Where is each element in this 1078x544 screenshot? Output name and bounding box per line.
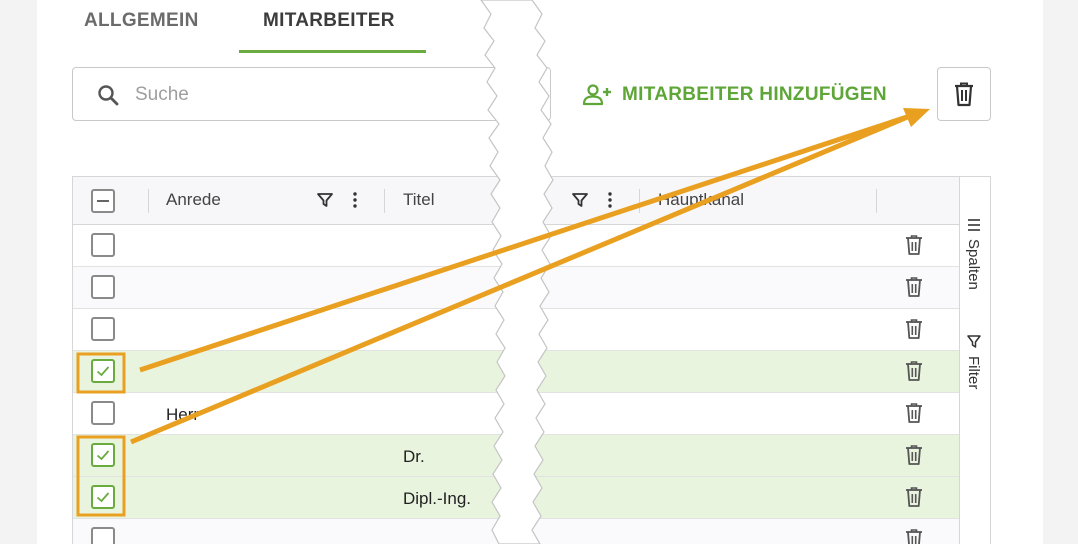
column-header-anrede[interactable]: Anrede: [166, 190, 221, 210]
row-checkbox-checked[interactable]: [91, 359, 115, 383]
row-delete-button[interactable]: [904, 402, 924, 429]
filter-icon: [966, 335, 981, 348]
row-checkbox[interactable]: [91, 317, 115, 341]
columns-icon: [967, 219, 980, 231]
add-employee-label: MITARBEITER HINZUFÜGEN: [622, 84, 887, 105]
row-checkbox-checked[interactable]: [91, 443, 115, 467]
trash-icon: [906, 361, 922, 381]
tab-mitarbeiter[interactable]: MITARBEITER: [263, 10, 395, 32]
table-row[interactable]: [73, 519, 959, 544]
row-delete-button[interactable]: [904, 528, 924, 544]
columns-panel-tab[interactable]: Spalten: [965, 217, 982, 290]
checkmark-icon: [96, 492, 110, 503]
employee-table: Anrede Titel Hauptkanal Herr Dr. Dipl.-Ing…: [72, 176, 959, 544]
add-person-icon: [582, 84, 611, 106]
filter-panel-tab[interactable]: Filter: [965, 334, 982, 389]
search-input[interactable]: [135, 80, 515, 110]
column-separator[interactable]: [384, 189, 385, 213]
column-header-hauptkanal[interactable]: Hauptkanal: [658, 190, 744, 210]
search-icon: [98, 85, 119, 106]
select-all-checkbox[interactable]: [91, 189, 115, 213]
row-checkbox[interactable]: [91, 527, 115, 544]
trash-icon: [906, 529, 922, 544]
cell-titel: Dr.: [403, 447, 425, 466]
trash-icon: [906, 445, 922, 465]
trash-icon: [906, 403, 922, 423]
trash-icon: [906, 277, 922, 297]
side-panel: Spalten Filter: [959, 176, 991, 544]
row-checkbox[interactable]: [91, 275, 115, 299]
delete-selected-button[interactable]: [937, 67, 991, 121]
column-separator[interactable]: [639, 189, 640, 213]
row-checkbox[interactable]: [91, 401, 115, 425]
checkmark-icon: [96, 366, 110, 377]
active-tab-indicator: [239, 50, 426, 53]
content-panel: ALLGEMEIN MITARBEITER MITARBEITER HINZUF…: [37, 0, 1043, 544]
trash-icon: [906, 235, 922, 255]
table-row[interactable]: Dr.: [73, 435, 959, 477]
filter-icon[interactable]: [571, 191, 589, 209]
checkmark-icon: [96, 450, 110, 461]
column-separator[interactable]: [876, 189, 877, 213]
table-row[interactable]: [73, 267, 959, 309]
row-delete-button[interactable]: [904, 318, 924, 345]
trash-icon: [906, 487, 922, 507]
table-row[interactable]: Herr: [73, 393, 959, 435]
cell-titel: Dipl.-Ing.: [403, 489, 472, 508]
filter-panel-label: Filter: [965, 356, 982, 390]
tab-allgemein[interactable]: ALLGEMEIN: [84, 10, 199, 32]
tab-bar: ALLGEMEIN MITARBEITER: [37, 0, 1043, 56]
row-delete-button[interactable]: [904, 360, 924, 387]
column-header-titel[interactable]: Titel: [403, 190, 435, 210]
table-row[interactable]: [73, 309, 959, 351]
row-delete-button[interactable]: [904, 234, 924, 261]
search-box[interactable]: [72, 67, 551, 121]
table-row[interactable]: [73, 351, 959, 393]
columns-panel-label: Spalten: [965, 239, 982, 290]
trash-icon: [906, 319, 922, 339]
table-row[interactable]: [73, 225, 959, 267]
row-delete-button[interactable]: [904, 486, 924, 513]
row-delete-button[interactable]: [904, 444, 924, 471]
table-row[interactable]: Dipl.-Ing.: [73, 477, 959, 519]
row-delete-button[interactable]: [904, 276, 924, 303]
add-employee-button[interactable]: MITARBEITER HINZUFÜGEN: [582, 80, 887, 110]
row-checkbox[interactable]: [91, 233, 115, 257]
column-separator[interactable]: [148, 189, 149, 213]
row-checkbox-checked[interactable]: [91, 485, 115, 509]
column-menu-icon[interactable]: [603, 191, 617, 209]
filter-icon[interactable]: [316, 191, 334, 209]
table-header: Anrede Titel Hauptkanal: [73, 177, 959, 225]
indeterminate-icon: [97, 200, 109, 202]
trash-icon: [955, 82, 973, 107]
column-menu-icon[interactable]: [348, 191, 362, 209]
cell-anrede: Herr: [166, 405, 200, 424]
